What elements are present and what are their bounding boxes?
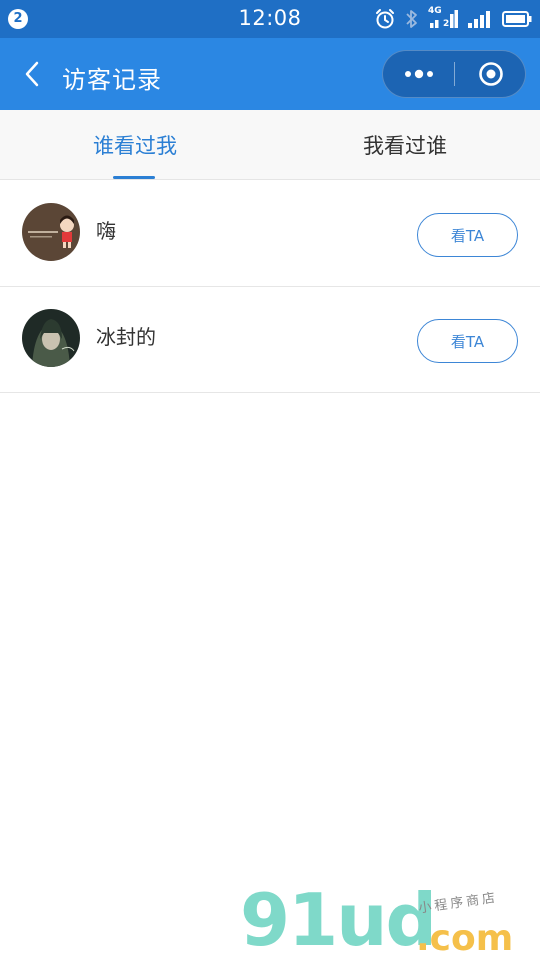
avatar-image xyxy=(22,309,80,367)
more-button[interactable] xyxy=(383,51,455,97)
status-bar: 2 12:08 4G 2 xyxy=(0,0,540,38)
tab-label: 谁看过我 xyxy=(93,133,177,158)
close-target-icon xyxy=(479,62,503,86)
status-icons: 4G 2 xyxy=(374,6,532,31)
back-chevron-icon xyxy=(25,61,39,87)
visitor-name: 冰封的 xyxy=(96,325,156,349)
navigation-header: 访客记录 xyxy=(0,38,540,110)
view-profile-button[interactable]: 看TA xyxy=(417,319,518,363)
signal-4g-icon: 4G 2 xyxy=(428,6,458,30)
visitor-list: 嗨 看TA 冰封的 看TA xyxy=(0,181,540,393)
tab-label: 我看过谁 xyxy=(363,133,447,158)
tab-who-viewed-me[interactable]: 谁看过我 xyxy=(0,110,270,179)
visitor-name: 嗨 xyxy=(96,219,116,243)
back-button[interactable] xyxy=(14,56,50,92)
page-title: 访客记录 xyxy=(62,66,162,94)
bluetooth-icon xyxy=(406,10,417,28)
battery-icon xyxy=(502,11,532,27)
tab-bar: 谁看过我 我看过谁 xyxy=(0,110,540,180)
watermark-logo: 91ud 小程序商店 .com xyxy=(240,880,540,960)
alarm-icon xyxy=(376,9,394,29)
more-dots-icon xyxy=(405,69,433,79)
watermark-domain: .com xyxy=(416,918,514,959)
list-item[interactable]: 冰封的 看TA xyxy=(0,287,540,393)
watermark-main: 91ud xyxy=(240,878,437,960)
avatar[interactable] xyxy=(22,203,80,261)
active-tab-indicator xyxy=(113,176,155,179)
avatar[interactable] xyxy=(22,309,80,367)
view-profile-button[interactable]: 看TA xyxy=(417,213,518,257)
avatar-image xyxy=(22,203,80,261)
tab-who-i-viewed[interactable]: 我看过谁 xyxy=(270,110,540,179)
miniprogram-capsule xyxy=(382,50,526,98)
signal-icon xyxy=(468,11,490,28)
close-miniprogram-button[interactable] xyxy=(455,51,527,97)
list-item[interactable]: 嗨 看TA xyxy=(0,181,540,287)
